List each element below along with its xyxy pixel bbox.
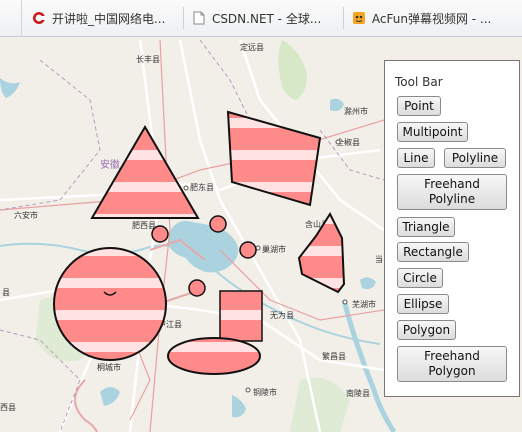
- red-circle-icon: [32, 12, 45, 24]
- drawn-ellipse[interactable]: [167, 337, 261, 375]
- map-label-chuzhou: 滁州市: [344, 106, 368, 116]
- polyline-button[interactable]: Polyline: [444, 148, 506, 168]
- bookmark-label: 开讲啦_中国网络电...: [51, 11, 166, 26]
- map-label-anhui: 安徽: [100, 158, 120, 171]
- point-button[interactable]: Point: [397, 96, 441, 116]
- map-label-county-left: 县: [2, 288, 10, 297]
- drawn-circle-large[interactable]: [53, 247, 167, 361]
- line-button[interactable]: Line: [397, 148, 435, 168]
- document-icon: [193, 11, 205, 25]
- map-label-chaohu: 巢湖市: [262, 244, 286, 254]
- map-label-tongcheng: 桐城市: [97, 362, 121, 372]
- multipoint-button[interactable]: Multipoint: [397, 122, 468, 142]
- ellipse-button[interactable]: Ellipse: [397, 294, 449, 314]
- circle-button[interactable]: Circle: [397, 268, 443, 288]
- polygon-button[interactable]: Polygon: [397, 320, 456, 340]
- drawn-circle-small[interactable]: [151, 225, 169, 243]
- map-label-tongling: 铜陵市: [253, 387, 277, 397]
- toolbar-panel: Tool Bar Point Multipoint Line Polyline …: [384, 60, 520, 397]
- drawn-circle-small[interactable]: [188, 279, 206, 297]
- bookmarks-bar-edge: [0, 0, 22, 37]
- drawn-circle-small[interactable]: [239, 241, 257, 259]
- bookmarks-bar: 开讲啦_中国网络电... CSDN.NET - 全球... AcFun弹幕视频网…: [0, 0, 522, 37]
- triangle-button[interactable]: Triangle: [397, 217, 455, 237]
- map-label-luan: 六安市: [14, 210, 38, 220]
- map-label-wuhu: 芜湖市: [352, 299, 376, 309]
- map-label-dingyuan: 定远县: [240, 42, 264, 52]
- map-label-wuwei: 无为县: [270, 310, 294, 320]
- map-label-changfeng: 长丰县: [136, 54, 160, 64]
- rectangle-button[interactable]: Rectangle: [397, 242, 469, 262]
- map-label-feidong: 肥东县: [190, 182, 214, 192]
- map-canvas[interactable]: 长丰县 定远县 滁州市 全椒县 安徽 肥东县 六安市 肥西县 含山县 巢湖市 庐…: [0, 37, 522, 432]
- drawn-circle-small[interactable]: [209, 215, 227, 233]
- map-label-fanchang: 繁昌县: [322, 351, 346, 361]
- bookmark-item-kaijiangla[interactable]: 开讲啦_中国网络电...: [22, 0, 183, 37]
- bookmark-label: AcFun弹幕视频网 - ...: [371, 11, 492, 26]
- map-label-nanling: 南陵县: [346, 388, 370, 398]
- bookmark-label: CSDN.NET - 全球...: [211, 11, 322, 26]
- drawn-rectangle[interactable]: [219, 290, 263, 342]
- map-label-county-bottom: 西县: [0, 403, 16, 412]
- map-label-feixi: 肥西县: [132, 221, 156, 230]
- bookmark-item-acfun[interactable]: AcFun弹幕视频网 - ...: [344, 0, 522, 37]
- freehand-polygon-button[interactable]: Freehand Polygon: [397, 346, 507, 382]
- bookmark-item-csdn[interactable]: CSDN.NET - 全球...: [184, 0, 343, 37]
- freehand-polyline-button[interactable]: Freehand Polyline: [397, 174, 507, 210]
- acfun-icon: [352, 12, 365, 24]
- map-label-dang: 当: [375, 254, 383, 264]
- toolbar-title: Tool Bar: [395, 75, 443, 89]
